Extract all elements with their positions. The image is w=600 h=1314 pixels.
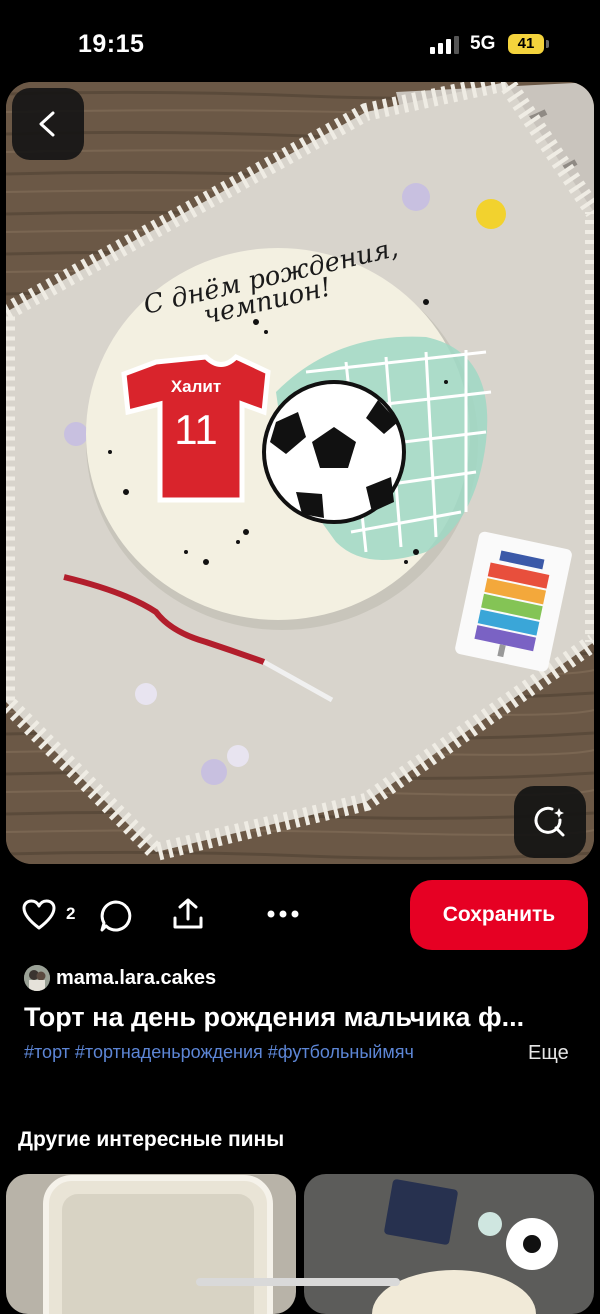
share-button[interactable]	[170, 896, 206, 932]
chevron-left-icon	[39, 111, 55, 137]
status-time: 19:15	[78, 30, 145, 58]
jersey-name: Халит	[171, 377, 221, 396]
related-pin-card[interactable]	[6, 1174, 296, 1314]
author-name[interactable]: mama.lara.cakes	[56, 967, 216, 990]
battery-tip	[546, 40, 549, 48]
comment-icon	[100, 900, 132, 932]
battery-indicator: 41	[508, 34, 544, 54]
jersey-number: 11	[174, 406, 218, 453]
heart-icon	[22, 899, 56, 930]
pin-actions: 2 Сохранить	[0, 870, 600, 960]
related-pins-title: Другие интересные пины	[18, 1128, 285, 1151]
author-avatar[interactable]	[24, 965, 50, 991]
more-options-button[interactable]	[266, 904, 300, 924]
network-type: 5G	[470, 33, 496, 54]
visual-search-button[interactable]	[514, 786, 586, 858]
pin-title: Торт на день рождения мальчика ф...	[24, 1002, 525, 1032]
related-pin-image	[304, 1174, 594, 1314]
visual-search-icon	[534, 806, 565, 837]
more-dots-icon	[267, 910, 299, 918]
pin-image[interactable]: Халит 11 С днём рождения, чемпион!	[6, 82, 594, 864]
like-button[interactable]	[22, 898, 56, 932]
related-pin-image	[6, 1174, 296, 1314]
cake-photo: Халит 11 С днём рождения, чемпион!	[6, 82, 594, 864]
status-bar: 19:15 5G 41	[0, 0, 600, 84]
avatar-image	[24, 965, 50, 991]
pin-hashtags[interactable]: #торт #тортнаденьрождения #футбольныймяч	[24, 1042, 512, 1063]
home-indicator[interactable]	[196, 1278, 400, 1286]
more-link[interactable]: Еще	[528, 1042, 569, 1065]
signal-icon	[430, 36, 459, 54]
back-button[interactable]	[12, 88, 84, 160]
related-pin-card[interactable]	[304, 1174, 594, 1314]
save-button[interactable]: Сохранить	[410, 880, 588, 950]
share-icon	[173, 898, 203, 929]
like-count: 2	[66, 904, 76, 923]
author-row[interactable]: mama.lara.cakes	[24, 962, 216, 994]
comment-button[interactable]	[98, 898, 134, 934]
